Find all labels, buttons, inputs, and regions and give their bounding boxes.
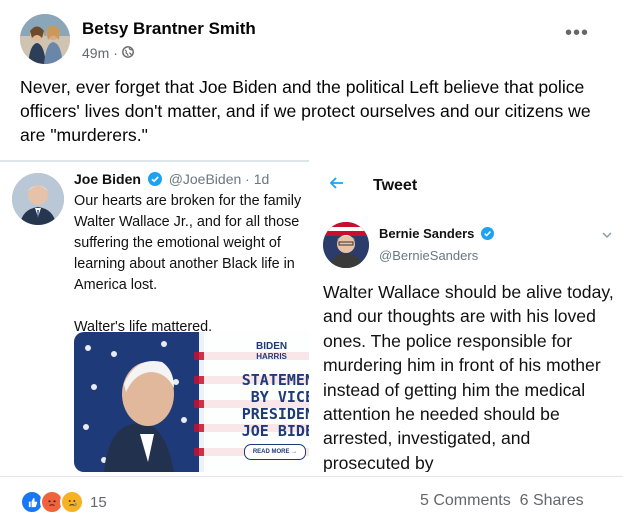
biden-harris-logo: BIDEN HARRIS [256, 342, 287, 362]
biden-handle: @JoeBiden [168, 171, 242, 187]
post-meta: 49m · [82, 45, 134, 61]
card-line-2: BY VICE [250, 388, 309, 406]
logo-line-2: HARRIS [256, 352, 287, 361]
post-header: Betsy Brantner Smith 49m · ••• [20, 14, 610, 66]
sanders-tweet-body: Walter Wallace should be alive today, an… [323, 282, 614, 472]
reaction-count: 15 [90, 493, 107, 511]
sanders-tweet-image[interactable]: Tweet Bernie Sanders @BernieSanders Walt… [311, 160, 623, 472]
author-avatar[interactable] [20, 14, 70, 64]
logo-line-1: BIDEN [256, 341, 288, 352]
post-footer: 15 5 Comments 6 Shares [0, 476, 623, 525]
biden-name-row: Joe Biden @JoeBiden · 1d [74, 171, 269, 187]
reactions-summary[interactable]: 15 [20, 490, 107, 514]
meta-dot: · [245, 171, 254, 187]
sad-reaction-icon [60, 490, 84, 514]
globe-icon[interactable] [122, 45, 134, 61]
engagement-counts: 5 Comments 6 Shares [420, 492, 584, 510]
read-more-button: READ MORE → [244, 444, 306, 460]
tweet-top-border [0, 160, 309, 162]
biden-tweet-body: Our hearts are broken for the family Wal… [74, 191, 306, 338]
chevron-down-icon [601, 228, 613, 240]
biden-tweet-image[interactable]: Joe Biden @JoeBiden · 1d Our hearts are … [0, 160, 309, 472]
verified-badge-icon [147, 172, 162, 186]
comments-link[interactable]: 5 Comments [420, 492, 511, 509]
biden-paragraph-1: Our hearts are broken for the family Wal… [74, 193, 302, 293]
card-line-4: JOE BIDE [241, 422, 309, 440]
tweet-page-title: Tweet [373, 177, 418, 194]
post-text: Never, ever forget that Joe Biden and th… [20, 77, 591, 145]
verified-badge-icon [481, 227, 495, 241]
back-arrow-icon [329, 174, 345, 197]
tweet-page-header: Tweet [311, 160, 623, 212]
biden-name: Joe Biden [74, 171, 141, 187]
statement-card-image: BIDEN HARRIS STATEMEN BY VICE PRESIDEN J… [74, 332, 309, 472]
meta-dot: · [113, 45, 118, 61]
card-statement-text: STATEMEN BY VICE PRESIDEN JOE BIDE [214, 372, 309, 440]
card-line-3: PRESIDEN [241, 405, 309, 423]
shares-link[interactable]: 6 Shares [520, 492, 584, 509]
sanders-avatar [323, 222, 369, 268]
biden-avatar [12, 173, 64, 225]
author-name[interactable]: Betsy Brantner Smith [82, 19, 256, 39]
sanders-name: Bernie Sanders [379, 226, 475, 241]
sanders-handle: @BernieSanders [379, 248, 479, 263]
sanders-name-row: Bernie Sanders [379, 226, 498, 241]
post-time[interactable]: 49m [82, 45, 109, 61]
card-line-1: STATEMEN [241, 371, 309, 389]
biden-tweet-time: 1d [253, 171, 270, 187]
more-options-icon[interactable]: ••• [563, 23, 591, 46]
